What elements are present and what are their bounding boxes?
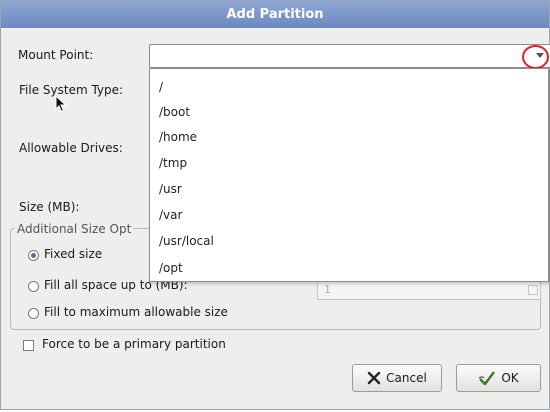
fill-upto-value: 1: [324, 283, 331, 296]
spinner-arrow-icon[interactable]: [528, 285, 538, 295]
mount-point-combo[interactable]: [149, 44, 550, 68]
mount-point-label: Mount Point:: [18, 48, 94, 62]
ok-label: OK: [501, 371, 519, 385]
dialog-title: Add Partition: [1, 1, 549, 28]
file-system-type-label: File System Type:: [19, 83, 124, 97]
fill-max-label[interactable]: Fill to maximum allowable size: [44, 305, 228, 319]
dropdown-option[interactable]: /tmp: [159, 156, 187, 170]
cancel-button[interactable]: Cancel: [352, 364, 442, 392]
size-label: Size (MB):: [19, 200, 80, 214]
ok-check-icon: [478, 371, 496, 386]
mouse-pointer-icon: [55, 95, 67, 113]
cancel-x-icon: [367, 371, 381, 385]
dropdown-option[interactable]: /boot: [159, 105, 190, 119]
additional-size-legend: Additional Size Opt: [15, 222, 134, 236]
ok-button[interactable]: OK: [456, 364, 541, 392]
fill-upto-radio[interactable]: [28, 281, 39, 292]
allowable-drives-label: Allowable Drives:: [19, 141, 123, 155]
force-primary-label[interactable]: Force to be a primary partition: [42, 337, 226, 351]
dropdown-option[interactable]: /var: [159, 208, 182, 222]
fixed-size-radio[interactable]: [28, 250, 39, 261]
add-partition-dialog: Add Partition Mount Point: File System T…: [0, 0, 550, 410]
fill-max-radio[interactable]: [28, 308, 39, 319]
dropdown-option[interactable]: /opt: [159, 261, 183, 275]
cancel-label: Cancel: [386, 371, 427, 385]
dropdown-option[interactable]: /usr: [159, 182, 182, 196]
mount-point-dropdown: / /boot /home /tmp /usr /var /usr/local …: [149, 68, 549, 282]
force-primary-checkbox[interactable]: [23, 340, 34, 351]
fill-upto-spinner[interactable]: 1: [317, 280, 541, 300]
dropdown-option[interactable]: /home: [159, 130, 197, 144]
dropdown-option[interactable]: /usr/local: [159, 234, 214, 248]
highlight-circle: [522, 45, 549, 69]
dropdown-option[interactable]: /: [159, 80, 163, 94]
fixed-size-label[interactable]: Fixed size: [44, 247, 102, 261]
